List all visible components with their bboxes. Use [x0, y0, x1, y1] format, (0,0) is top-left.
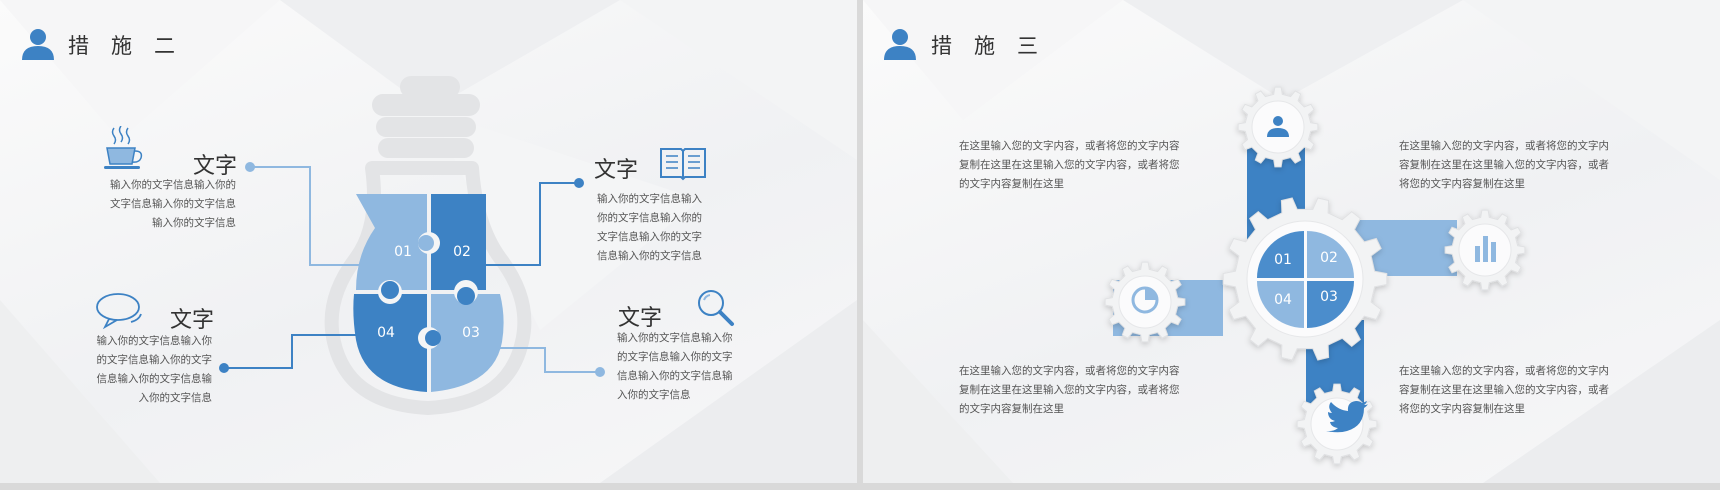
text-bottom-right: 在这里输入您的文字内容，或者将您的文字内 容复制在这里在这里输入您的文字内容，或… — [1399, 365, 1609, 415]
piece-label-04: 04 — [377, 325, 395, 341]
item-4-text: 输入你的文字信息输入你 的文字信息输入你的文字 信息输入你的文字信息输 入你的文… — [617, 332, 733, 401]
item-1-text: 输入你的文字信息输入你的 文字信息输入你的文字信息 输入你的文字信息 — [110, 179, 236, 229]
quadrant-label-03: 03 — [1320, 289, 1338, 305]
text-bottom-left: 在这里输入您的文字内容，或者将您的文字内容 复制在这里在这里输入您的文字内容，或… — [959, 365, 1180, 415]
connector-line-1 — [250, 166, 360, 266]
puzzle-piece-03 — [431, 294, 504, 392]
gear-center-hub — [1246, 220, 1364, 338]
book-icon — [660, 148, 706, 181]
chat-bubble-icon — [96, 293, 142, 330]
puzzle-piece-04 — [353, 294, 427, 392]
coffee-cup-icon — [104, 126, 143, 169]
item-2-label: 文字 — [594, 158, 639, 183]
item-2-text: 输入你的文字信息输入 你的文字信息输入你的 文字信息输入你的文字 信息输入你的文… — [597, 193, 702, 262]
item-3-text: 输入你的文字信息输入你 的文字信息输入你的文字 信息输入你的文字信息输 入你的文… — [96, 335, 213, 404]
quadrant-label-02: 02 — [1320, 250, 1338, 266]
piece-label-03: 03 — [462, 325, 480, 341]
slide-measure-three: 措施三 01 02 04 03 在这里输入您的文字内容，或者将您的文字内容 复制… — [863, 0, 1720, 483]
item-3-label: 文字 — [170, 308, 215, 333]
item-4-label: 文字 — [618, 306, 663, 331]
bulb-cap — [372, 76, 480, 158]
piece-label-01: 01 — [394, 244, 412, 260]
bulb-puzzle-diagram: 01 02 04 03 — [219, 76, 605, 415]
text-top-right: 在这里输入您的文字内容，或者将您的文字内 容复制在这里在这里输入您的文字内容，或… — [1399, 140, 1609, 190]
quadrant-label-04: 04 — [1274, 292, 1292, 308]
magnifier-icon — [698, 290, 734, 326]
text-top-left: 在这里输入您的文字内容，或者将您的文字内容 复制在这里在这里输入您的文字内容，或… — [959, 140, 1180, 190]
piece-label-02: 02 — [453, 244, 471, 260]
quadrant-label-01: 01 — [1274, 252, 1292, 268]
gear-left-hub — [1118, 275, 1172, 329]
slide-measure-two: 措施二 01 02 04 03 文字 输入你的文字信息输入你的 文字信息输入你的… — [0, 0, 857, 483]
gear-top-hub — [1251, 100, 1305, 154]
